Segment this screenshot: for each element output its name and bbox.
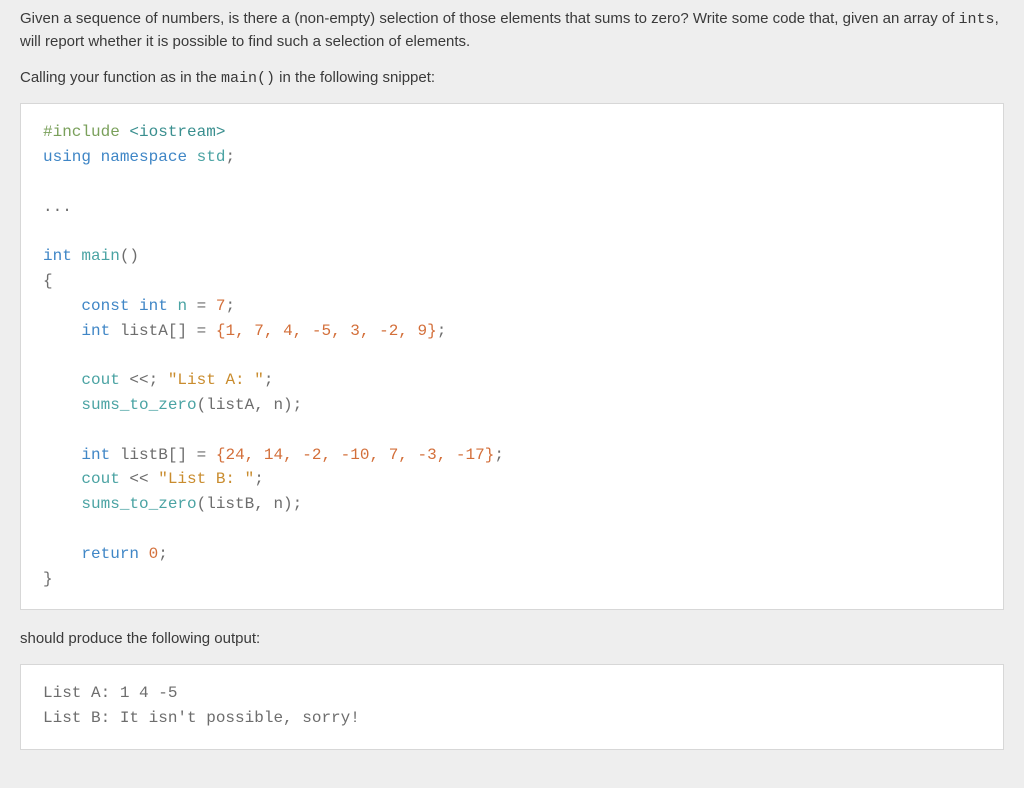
code-int-3: int bbox=[81, 322, 110, 340]
code-int-2: int bbox=[139, 297, 168, 315]
question-body: Given a sequence of numbers, is there a … bbox=[0, 0, 1024, 788]
output-line-1: List A: 1 4 -5 bbox=[43, 684, 177, 702]
code-semi-2: ; bbox=[225, 297, 235, 315]
code-lshift-1: <<; bbox=[120, 371, 168, 389]
code-eq-2: = bbox=[187, 322, 216, 340]
code-main-parens: () bbox=[120, 247, 139, 265]
code-listA-name: listA bbox=[120, 322, 168, 340]
intro-text-1: Given a sequence of numbers, is there a … bbox=[20, 10, 959, 27]
code-const: const bbox=[81, 297, 129, 315]
code-int-4: int bbox=[81, 446, 110, 464]
code-semi-9: ; bbox=[158, 545, 168, 563]
code-namespace: namespace bbox=[101, 148, 187, 166]
code-ellipsis: ... bbox=[43, 198, 72, 216]
inline-code-main: main() bbox=[221, 70, 275, 87]
code-eq-3: = bbox=[187, 446, 216, 464]
code-semi-3: ; bbox=[437, 322, 447, 340]
code-listB-vals: {24, 14, -2, -10, 7, -3, -17} bbox=[216, 446, 494, 464]
code-semi-4: ; bbox=[264, 371, 274, 389]
code-strB: "List B: " bbox=[158, 470, 254, 488]
output-line-2: List B: It isn't possible, sorry! bbox=[43, 709, 360, 727]
intro-paragraph: Given a sequence of numbers, is there a … bbox=[20, 8, 1004, 53]
code-sums-2: sums_to_zero bbox=[81, 495, 196, 513]
code-sums-1: sums_to_zero bbox=[81, 396, 196, 414]
code-eq-1: = bbox=[187, 297, 216, 315]
code-strA: "List A: " bbox=[168, 371, 264, 389]
code-lbrace: { bbox=[43, 272, 53, 290]
call-text-2: in the following snippet: bbox=[275, 69, 435, 86]
code-semi-1: ; bbox=[225, 148, 235, 166]
call-text-1: Calling your function as in the bbox=[20, 69, 221, 86]
code-using: using bbox=[43, 148, 91, 166]
code-int-1: int bbox=[43, 247, 72, 265]
code-semi-8: ; bbox=[293, 495, 303, 513]
code-listA-brackets: [] bbox=[168, 322, 187, 340]
output-block: List A: 1 4 -5 List B: It isn't possible… bbox=[20, 664, 1004, 750]
code-rbrace: } bbox=[43, 570, 53, 588]
code-snippet: #include <iostream> using namespace std;… bbox=[20, 103, 1004, 610]
code-lshift-2: << bbox=[120, 470, 158, 488]
code-return: return bbox=[81, 545, 139, 563]
code-semi-5: ; bbox=[293, 396, 303, 414]
code-include-target: <iostream> bbox=[129, 123, 225, 141]
code-std: std bbox=[197, 148, 226, 166]
call-paragraph: Calling your function as in the main() i… bbox=[20, 67, 1004, 90]
code-zero: 0 bbox=[149, 545, 159, 563]
code-n-name: n bbox=[177, 297, 187, 315]
code-listB-brackets: [] bbox=[168, 446, 187, 464]
code-listB-name: listB bbox=[120, 446, 168, 464]
code-cout-1: cout bbox=[81, 371, 119, 389]
outro-paragraph: should produce the following output: bbox=[20, 628, 1004, 650]
code-callA: (listA, n) bbox=[197, 396, 293, 414]
code-include-hash: #include bbox=[43, 123, 129, 141]
code-callB: (listB, n) bbox=[197, 495, 293, 513]
code-semi-7: ; bbox=[254, 470, 264, 488]
code-semi-6: ; bbox=[494, 446, 504, 464]
code-listA-vals: {1, 7, 4, -5, 3, -2, 9} bbox=[216, 322, 437, 340]
inline-code-ints: ints bbox=[959, 11, 995, 28]
code-main-name: main bbox=[81, 247, 119, 265]
code-cout-2: cout bbox=[81, 470, 119, 488]
